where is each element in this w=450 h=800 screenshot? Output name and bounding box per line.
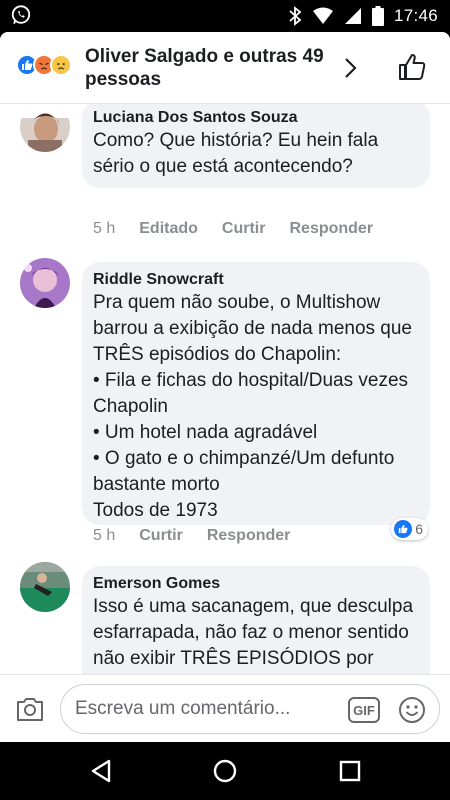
comment-bubble[interactable]: Luciana Dos Santos Souza Como? Que histó… [82, 104, 430, 188]
status-bar: 17:46 [0, 0, 450, 32]
wifi-icon [312, 7, 333, 24]
thumbs-up-icon[interactable] [397, 52, 427, 82]
sad-reaction-icon [50, 54, 72, 76]
comment-text: Pra quem não soube, o Multishow barrou a… [93, 292, 413, 521]
cellular-signal-icon [344, 8, 361, 24]
comment-input-container[interactable]: GIF [60, 684, 440, 734]
reaction-count-value: 6 [415, 521, 423, 537]
comments-list[interactable]: Luciana Dos Santos Souza Como? Que histó… [0, 104, 450, 674]
comment-text: Como? Que história? Eu hein fala sério o… [93, 130, 379, 177]
comment-author[interactable]: Riddle Snowcraft [93, 270, 418, 290]
recent-apps-icon[interactable] [336, 757, 364, 785]
bluetooth-icon [289, 6, 302, 26]
comment-reaction-count[interactable]: 6 [391, 518, 428, 540]
avatar[interactable] [20, 258, 70, 308]
comment-author[interactable]: Emerson Gomes [93, 574, 418, 594]
comment-actions: 5 h Editado Curtir Responder [93, 220, 373, 238]
like-link[interactable]: Curtir [222, 220, 266, 238]
like-link[interactable]: Curtir [139, 527, 183, 545]
reply-link[interactable]: Responder [289, 220, 373, 238]
camera-icon[interactable] [14, 693, 46, 725]
avatar[interactable] [20, 562, 70, 612]
chevron-right-icon[interactable] [340, 56, 360, 80]
emoji-icon[interactable] [397, 695, 427, 725]
reply-link[interactable]: Responder [207, 527, 291, 545]
back-icon[interactable] [87, 757, 115, 785]
comment-author[interactable]: Luciana Dos Santos Souza [93, 108, 418, 128]
avatar[interactable] [20, 104, 70, 152]
like-reaction-icon [394, 520, 413, 538]
home-icon[interactable] [211, 757, 239, 785]
comment-timestamp: 5 h [93, 527, 116, 544]
edited-label[interactable]: Editado [139, 220, 198, 238]
comment-timestamp: 5 h [93, 220, 116, 237]
clock: 17:46 [393, 6, 438, 25]
comments-sheet: Oliver Salgado e outras 49 pessoas Lucia… [0, 32, 450, 742]
comment-bubble[interactable]: Riddle Snowcraft Pra quem não soube, o M… [82, 262, 430, 525]
comment-actions: 5 h Curtir Responder [93, 527, 290, 545]
whatsapp-notification-icon [11, 5, 31, 24]
comment-bubble[interactable]: Emerson Gomes Isso é uma sacanagem, que … [82, 566, 430, 674]
reaction-icons [16, 54, 82, 78]
reactors-summary[interactable]: Oliver Salgado e outras 49 pessoas [85, 45, 325, 91]
battery-icon [371, 6, 384, 26]
reactions-header[interactable]: Oliver Salgado e outras 49 pessoas [0, 32, 450, 104]
system-navigation-bar [0, 742, 450, 800]
comment-composer: GIF [0, 674, 450, 742]
gif-button[interactable]: GIF [348, 697, 380, 723]
comment-text: Isso é uma sacanagem, que desculpa esfar… [93, 596, 414, 669]
comment-input[interactable] [75, 685, 335, 733]
